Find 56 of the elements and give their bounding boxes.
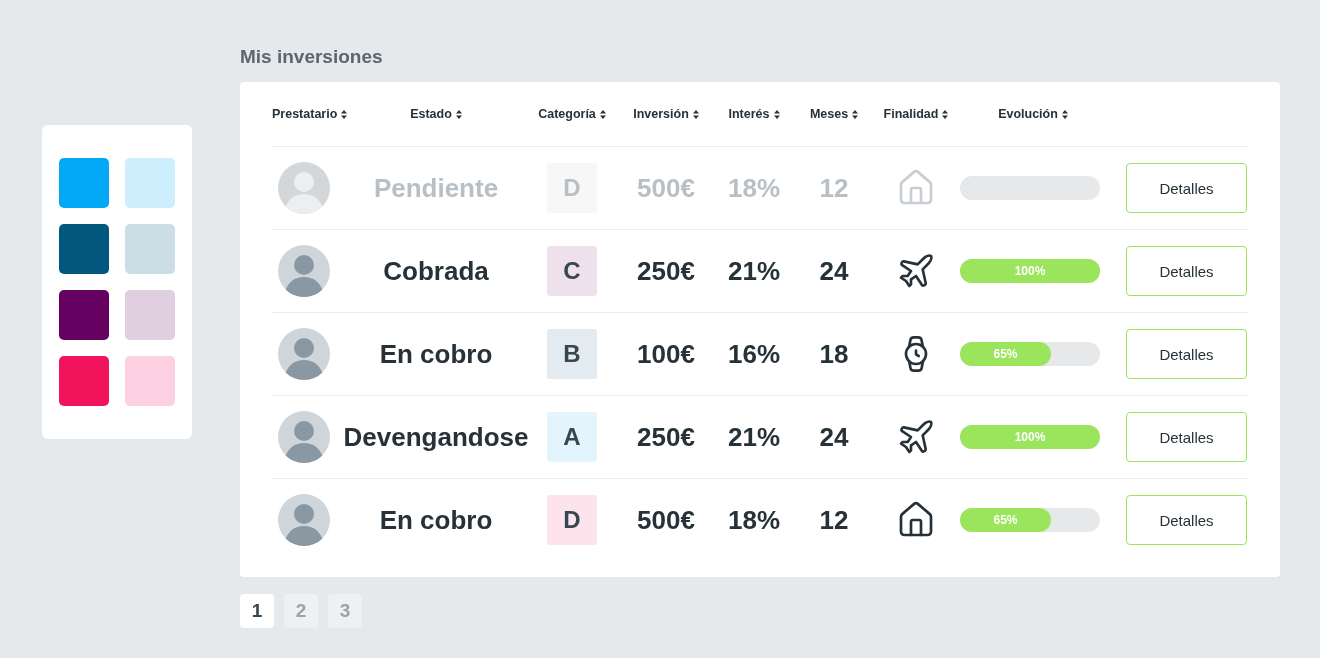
interest-rate: 18% <box>727 504 780 536</box>
progress-label: 65% <box>993 347 1018 361</box>
status-text: Pendiente <box>373 172 499 204</box>
months-count: 18 <box>819 338 849 370</box>
avatar-silhouette <box>278 328 330 380</box>
details-button[interactable]: Detalles <box>1126 412 1247 462</box>
category-tag: D <box>547 495 597 545</box>
investment-amount: 250€ <box>637 255 695 287</box>
column-header[interactable]: Interés <box>728 107 780 121</box>
investment-amount: 500€ <box>637 504 695 536</box>
interest-rate: 21% <box>727 421 780 453</box>
progress-label: 100% <box>1014 430 1046 444</box>
avatar-silhouette <box>278 245 330 297</box>
status-text: En cobro <box>379 504 493 536</box>
status-text: Cobrada <box>383 255 489 287</box>
column-header[interactable]: Meses <box>809 107 859 121</box>
category-tag: A <box>547 412 597 462</box>
status-text: En cobro <box>379 338 493 370</box>
column-header[interactable]: Categoría <box>538 107 606 121</box>
details-button[interactable]: Detalles <box>1126 246 1247 296</box>
details-button[interactable]: Detalles <box>1126 495 1247 545</box>
months-count: 24 <box>819 421 849 453</box>
investment-amount: 100€ <box>637 338 695 370</box>
column-header[interactable]: Finalidad <box>883 107 949 121</box>
sort-icon <box>341 109 348 119</box>
sort-icon <box>773 109 780 119</box>
category-tag: D <box>547 163 597 213</box>
avatar-silhouette <box>278 411 330 463</box>
sort-icon <box>455 109 462 119</box>
column-header[interactable]: Estado <box>410 107 462 121</box>
avatar-silhouette <box>278 162 330 214</box>
sort-icon <box>852 109 859 119</box>
category-tag: B <box>547 329 597 379</box>
months-count: 24 <box>819 255 849 287</box>
column-header[interactable]: Evolución <box>998 107 1068 121</box>
sort-icon <box>599 109 606 119</box>
sort-icon <box>1061 109 1068 119</box>
months-count: 12 <box>819 172 849 204</box>
status-text: Devengandose <box>343 421 529 453</box>
sort-icon <box>942 109 949 119</box>
details-button[interactable]: Detalles <box>1126 329 1247 379</box>
interest-rate: 18% <box>727 172 780 204</box>
page-button[interactable]: 1 <box>240 594 274 628</box>
avatar-silhouette <box>278 494 330 546</box>
column-header[interactable]: Inversión <box>633 107 699 121</box>
investment-amount: 250€ <box>637 421 695 453</box>
progress-label: 65% <box>993 513 1018 527</box>
interest-rate: 16% <box>727 338 780 370</box>
sort-icon <box>692 109 699 119</box>
column-header[interactable]: Prestatario <box>272 107 348 121</box>
category-tag: C <box>547 246 597 296</box>
investment-amount: 500€ <box>637 172 695 204</box>
months-count: 12 <box>819 504 849 536</box>
progress-label: 100% <box>1014 264 1046 278</box>
section-title: Mis inversiones <box>240 46 384 68</box>
interest-rate: 21% <box>727 255 780 287</box>
